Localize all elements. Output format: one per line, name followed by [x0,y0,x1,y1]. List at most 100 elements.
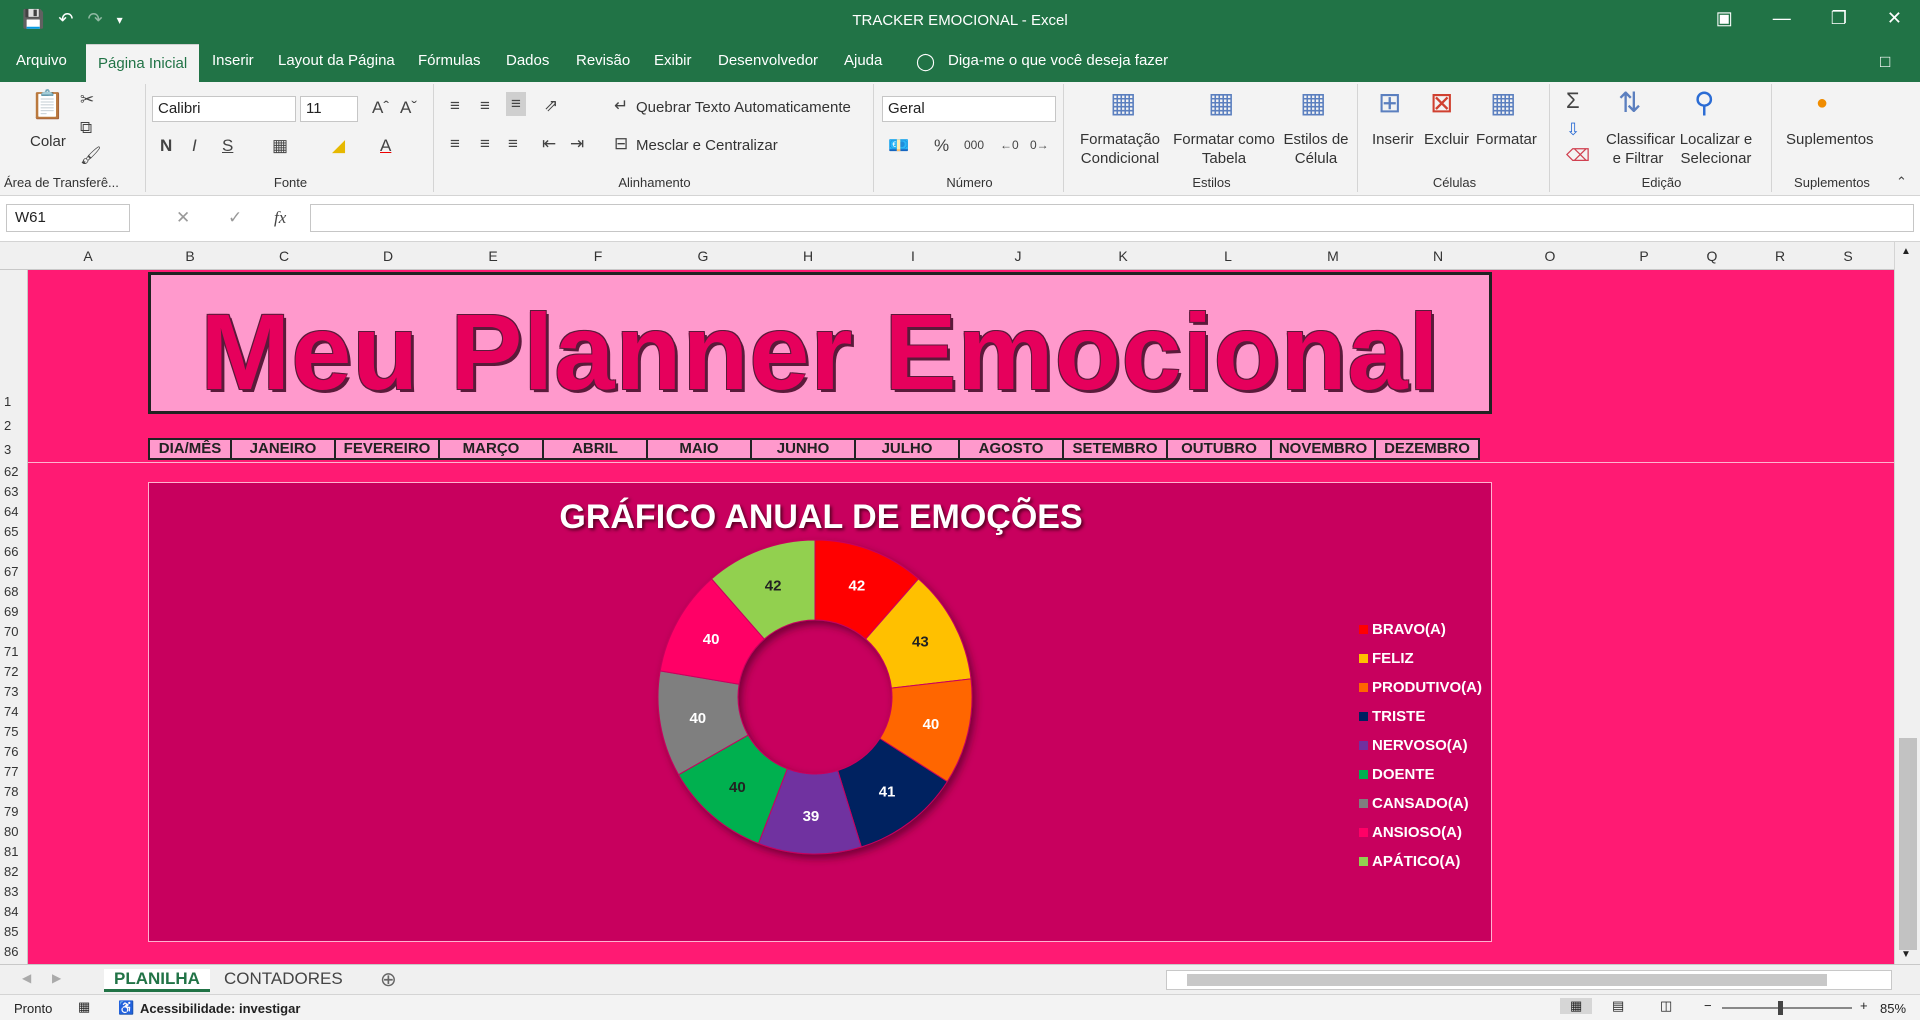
increase-decimal-icon[interactable]: ←0 [1000,138,1019,152]
worksheet-grid[interactable]: Meu Planner Emocional DIA/MÊS JANEIRO FE… [28,270,1894,964]
format-table-icon[interactable]: ▦ [1208,88,1234,118]
next-sheet-icon[interactable]: ▶ [52,971,61,985]
legend-entry[interactable]: DOENTE [1359,760,1482,789]
month-cell[interactable]: DEZEMBRO [1374,438,1480,460]
row-header[interactable]: 73 [0,684,28,699]
insert-cells-button[interactable]: Inserir [1372,130,1414,149]
row-header[interactable]: 83 [0,884,28,899]
grow-font-icon[interactable]: Aˆ [372,98,389,118]
row-header[interactable]: 63 [0,484,28,499]
col-header[interactable]: C [232,248,336,264]
row-header[interactable]: 68 [0,584,28,599]
row-header[interactable]: 81 [0,844,28,859]
insert-cells-icon[interactable]: ⊞ [1378,88,1401,118]
row-header[interactable]: 79 [0,804,28,819]
macro-record-icon[interactable]: ▦ [78,999,90,1015]
month-cell[interactable]: MAIO [646,438,752,460]
shrink-font-icon[interactable]: Aˇ [400,98,417,118]
col-header[interactable]: G [650,248,756,264]
insert-function-icon[interactable]: fx [274,208,286,228]
close-icon[interactable]: ✕ [1887,8,1902,29]
hscroll-thumb[interactable] [1187,974,1827,986]
format-painter-icon[interactable]: 🖌 [80,146,102,166]
paste-icon[interactable]: 📋 [30,90,65,120]
row-header[interactable]: 64 [0,504,28,519]
row-header[interactable]: 69 [0,604,28,619]
conditional-format-icon[interactable]: ▦ [1110,88,1136,118]
format-as-table-button[interactable]: Formatar como Tabela [1172,130,1276,168]
month-cell[interactable]: SETEMBRO [1062,438,1168,460]
collapse-ribbon-icon[interactable]: ⌃ [1896,174,1907,190]
zoom-level[interactable]: 85% [1880,1001,1906,1016]
wrap-text-button[interactable]: Quebrar Texto Automaticamente [636,98,851,117]
cancel-icon[interactable]: ✕ [176,208,190,228]
align-left-icon[interactable]: ≡ [450,134,460,154]
col-header[interactable]: Q [1678,248,1746,264]
col-header[interactable]: D [336,248,440,264]
tab-ajuda[interactable]: Ajuda [844,52,882,69]
legend-entry[interactable]: BRAVO(A) [1359,615,1482,644]
tab-pagina-inicial[interactable]: Página Inicial [86,44,200,82]
month-cell[interactable]: JULHO [854,438,960,460]
format-cells-icon[interactable]: ▦ [1490,88,1516,118]
row-header[interactable]: 82 [0,864,28,879]
fill-icon[interactable]: ⇩ [1566,120,1580,140]
row-header[interactable]: 75 [0,724,28,739]
month-cell[interactable]: FEVEREIRO [334,438,440,460]
paste-button[interactable]: Colar [30,132,66,151]
find-select-button[interactable]: Localizar e Selecionar [1674,130,1758,168]
enter-icon[interactable]: ✓ [228,208,242,228]
legend-entry[interactable]: TRISTE [1359,702,1482,731]
align-top-icon[interactable]: ≡ [450,96,460,116]
align-middle-icon[interactable]: ≡ [480,96,490,116]
col-header[interactable]: P [1610,248,1678,264]
col-header[interactable]: H [756,248,860,264]
decrease-indent-icon[interactable]: ⇤ [542,134,556,154]
align-center-icon[interactable]: ≡ [480,134,490,154]
month-cell[interactable]: NOVEMBRO [1270,438,1376,460]
tab-exibir[interactable]: Exibir [654,52,692,69]
col-header[interactable]: S [1814,248,1882,264]
vertical-scrollbar[interactable]: ▲ ▼ [1894,242,1920,964]
row-header[interactable]: 65 [0,524,28,539]
zoom-slider-thumb[interactable] [1778,1001,1783,1015]
row-header[interactable]: 78 [0,784,28,799]
col-header[interactable]: R [1746,248,1814,264]
cut-icon[interactable]: ✂ [80,90,94,110]
normal-view-icon[interactable]: ▦ [1560,998,1593,1014]
col-header[interactable]: I [860,248,966,264]
tab-formulas[interactable]: Fórmulas [418,52,481,69]
sort-filter-icon[interactable]: ⇅ [1618,88,1641,118]
row-header[interactable]: 72 [0,664,28,679]
font-name-select[interactable]: Calibri [152,96,296,122]
row-header[interactable]: 2 [0,418,28,433]
tab-layout[interactable]: Layout da Página [278,52,395,69]
legend-entry[interactable]: NERVOSO(A) [1359,731,1482,760]
increase-indent-icon[interactable]: ⇥ [570,134,584,154]
emotions-chart[interactable]: GRÁFICO ANUAL DE EMOÇÕES 42 43 40 41 39 40 40 4… [148,482,1492,942]
tab-revisao[interactable]: Revisão [576,52,630,69]
legend-entry[interactable]: CANSADO(A) [1359,789,1482,818]
legend-entry[interactable]: FELIZ [1359,644,1482,673]
delete-cells-button[interactable]: Excluir [1424,130,1469,149]
month-cell[interactable]: OUTUBRO [1166,438,1272,460]
legend-entry[interactable]: APÁTICO(A) [1359,847,1482,876]
tab-arquivo[interactable]: Arquivo [16,52,67,69]
row-header[interactable]: 74 [0,704,28,719]
merge-center-icon[interactable]: ⊟ [614,134,628,154]
currency-icon[interactable]: 💶 [888,136,909,156]
restore-icon[interactable]: ❐ [1831,8,1847,29]
col-header[interactable]: N [1386,248,1490,264]
thousands-icon[interactable]: 000 [964,138,984,152]
row-header[interactable]: 1 [0,394,28,409]
ribbon-display-icon[interactable]: ▣ [1716,8,1733,29]
underline-icon[interactable]: S [222,136,233,156]
name-box[interactable]: W61 [6,204,130,232]
row-header[interactable]: 76 [0,744,28,759]
row-header[interactable]: 66 [0,544,28,559]
col-header[interactable]: O [1490,248,1610,264]
scroll-up-icon[interactable]: ▲ [1901,246,1911,257]
number-format-select[interactable]: Geral [882,96,1056,122]
align-bottom-icon[interactable]: ≡ [506,92,526,116]
legend-entry[interactable]: ANSIOSO(A) [1359,818,1482,847]
